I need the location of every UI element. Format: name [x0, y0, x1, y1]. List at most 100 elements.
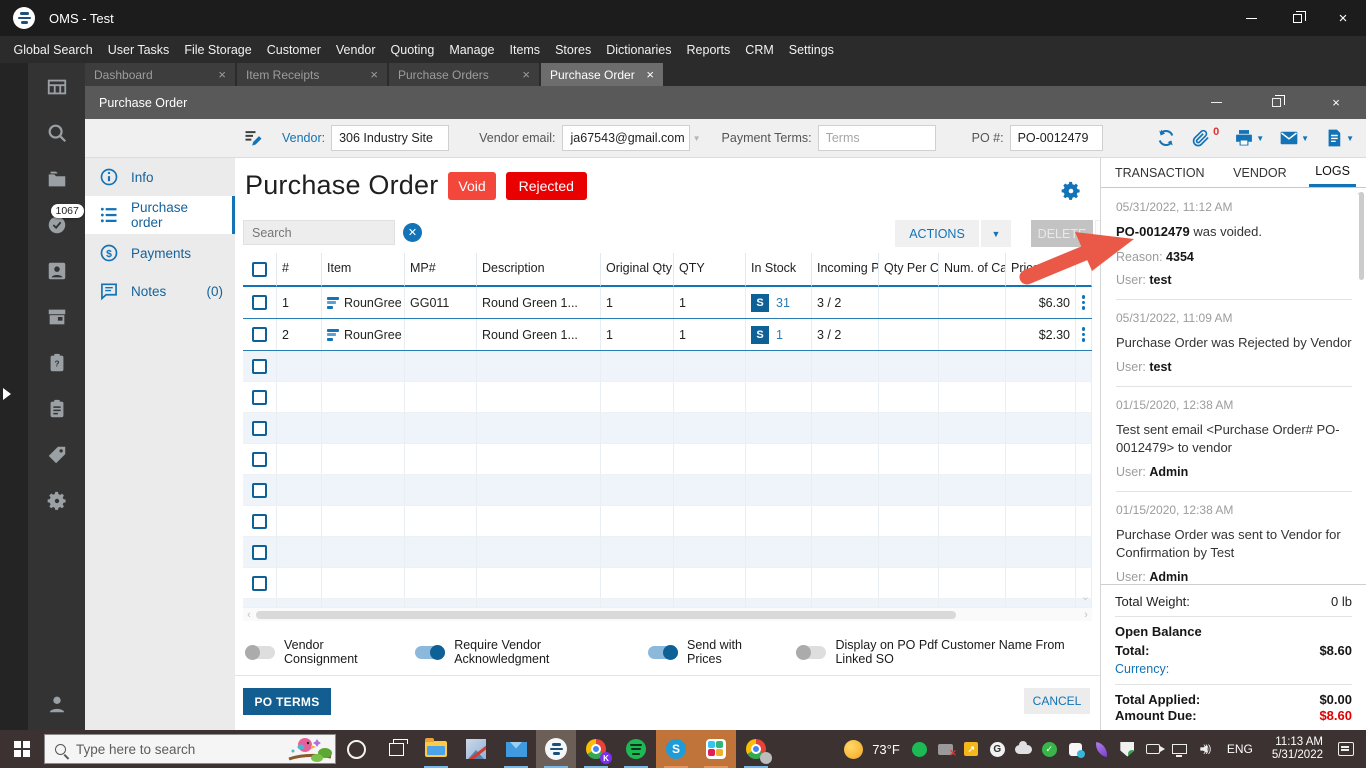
chevron-down-icon[interactable]: ▼: [1346, 134, 1354, 143]
task-view-button[interactable]: [376, 730, 416, 768]
incoming-po-link[interactable]: 3 / 2: [812, 287, 879, 318]
taskbar-oms[interactable]: [536, 730, 576, 768]
row-checkbox[interactable]: [243, 413, 277, 443]
table-settings-gear-icon[interactable]: [1060, 180, 1082, 202]
email-icon[interactable]: ▼: [1279, 128, 1309, 148]
taskbar-chrome-profile-1[interactable]: K: [576, 730, 616, 768]
row-checkbox[interactable]: [243, 506, 277, 536]
sidebar-orders-clipboard-icon[interactable]: [45, 397, 69, 421]
toggle-send-with-prices[interactable]: Send with Prices: [648, 638, 769, 666]
col-mp[interactable]: MP#: [405, 253, 477, 287]
row-checkbox[interactable]: [243, 568, 277, 598]
feather-app-icon[interactable]: [1093, 741, 1110, 758]
select-all-checkbox[interactable]: [243, 253, 277, 287]
sidebar-stores-icon[interactable]: [45, 305, 69, 329]
col-item[interactable]: Item: [322, 253, 405, 287]
table-empty-row[interactable]: [243, 351, 1092, 382]
table-empty-row[interactable]: [243, 382, 1092, 413]
print-icon[interactable]: ▼: [1234, 128, 1264, 148]
clear-search-button[interactable]: ✕: [403, 223, 422, 242]
table-empty-row[interactable]: [243, 506, 1092, 537]
table-row[interactable]: 2 RounGree Round Green 1... 1 1 S1 3 / 2…: [243, 319, 1092, 351]
currency-link[interactable]: Currency:: [1115, 662, 1352, 685]
language-indicator[interactable]: ENG: [1223, 742, 1257, 756]
table-empty-row[interactable]: [243, 475, 1092, 506]
close-icon[interactable]: ×: [218, 67, 226, 82]
taskbar-search-input[interactable]: [76, 741, 246, 757]
sidebar-search-icon[interactable]: [45, 121, 69, 145]
weather-sun-icon[interactable]: [844, 739, 864, 759]
tab-logs[interactable]: LOGS: [1309, 158, 1356, 187]
close-icon[interactable]: ×: [646, 67, 654, 82]
nav-item-purchase-order[interactable]: Purchase order: [85, 196, 235, 234]
row-menu-kebab[interactable]: [1076, 319, 1092, 350]
taskbar-photos[interactable]: [456, 730, 496, 768]
sidebar-tasks-icon[interactable]: 1067: [45, 204, 84, 237]
menu-customer[interactable]: Customer: [259, 43, 328, 57]
close-icon[interactable]: ×: [370, 67, 378, 82]
table-empty-row[interactable]: [243, 444, 1092, 475]
horizontal-scrollbar[interactable]: ‹ ›: [243, 607, 1092, 621]
refresh-icon[interactable]: [1156, 128, 1176, 148]
item-link[interactable]: RounGree: [344, 296, 402, 310]
menu-user-tasks[interactable]: User Tasks: [100, 43, 177, 57]
scroll-right-icon[interactable]: ›: [1080, 609, 1092, 621]
row-menu-kebab[interactable]: [1076, 287, 1092, 318]
attachments-icon[interactable]: 0: [1191, 126, 1219, 148]
toggle-switch[interactable]: [648, 644, 679, 660]
close-button[interactable]: ×: [1320, 0, 1366, 36]
nav-item-notes[interactable]: Notes (0): [85, 272, 235, 310]
expand-arrow-icon[interactable]: [3, 388, 11, 400]
col-qty[interactable]: QTY: [674, 253, 746, 287]
row-checkbox[interactable]: [243, 475, 277, 505]
po-number-input[interactable]: [1009, 125, 1103, 151]
menu-file-storage[interactable]: File Storage: [177, 43, 259, 57]
menu-manage[interactable]: Manage: [442, 43, 502, 57]
tab-item-receipts[interactable]: Item Receipts ×: [237, 63, 387, 86]
network-icon[interactable]: [1171, 741, 1188, 758]
col-original-qty[interactable]: Original Qty: [601, 253, 674, 287]
table-empty-row[interactable]: [243, 537, 1092, 568]
incoming-po-link[interactable]: 3 / 2: [812, 319, 879, 350]
sidebar-tags-icon[interactable]: [45, 443, 69, 467]
col-in-stock[interactable]: In Stock: [746, 253, 812, 287]
in-stock-link[interactable]: 1: [776, 328, 783, 342]
taskbar-clock[interactable]: 11:13 AM 5/31/2022: [1266, 736, 1329, 762]
chevron-down-icon[interactable]: ▼: [1301, 134, 1309, 143]
sidebar-file-storage-icon[interactable]: [45, 167, 69, 191]
menu-vendor[interactable]: Vendor: [328, 43, 383, 57]
col-num-cartons[interactable]: Num. of Cartons: [939, 253, 1006, 287]
close-icon[interactable]: ×: [522, 67, 530, 82]
scroll-left-icon[interactable]: ‹: [243, 609, 255, 621]
scrollbar-thumb[interactable]: [256, 610, 956, 619]
minimize-button[interactable]: [1228, 0, 1274, 36]
menu-reports[interactable]: Reports: [679, 43, 738, 57]
sidebar-contacts-icon[interactable]: [45, 259, 69, 283]
sidebar-settings-icon[interactable]: [45, 489, 69, 513]
action-center-icon[interactable]: [1338, 742, 1354, 756]
taskbar-file-explorer[interactable]: [416, 730, 456, 768]
chevron-down-icon[interactable]: ▼: [1256, 134, 1264, 143]
taskbar-search[interactable]: [44, 734, 336, 764]
scroll-down-icon[interactable]: ⌄: [1081, 590, 1090, 603]
table-row[interactable]: 1 RounGree GG011 Round Green 1... 1 1 S3…: [243, 287, 1092, 319]
taskbar-slack[interactable]: [696, 730, 736, 768]
restore-button[interactable]: [1274, 0, 1320, 36]
toggle-switch[interactable]: [415, 644, 446, 660]
vendor-input[interactable]: [331, 125, 450, 151]
toggle-require-vendor-acknowledgment[interactable]: Require Vendor Acknowledgment: [415, 638, 621, 666]
table-search-input[interactable]: [243, 220, 395, 245]
volume-icon[interactable]: ))): [1197, 741, 1214, 758]
row-checkbox[interactable]: [243, 537, 277, 567]
edit-vendor-icon[interactable]: [242, 128, 264, 148]
row-checkbox[interactable]: [243, 382, 277, 412]
row-checkbox[interactable]: [243, 319, 277, 350]
close-button[interactable]: ×: [1306, 86, 1366, 119]
sidebar-help-clipboard-icon[interactable]: ?: [45, 351, 69, 375]
tab-vendor[interactable]: VENDOR: [1227, 158, 1292, 187]
taskbar-skype[interactable]: S: [656, 730, 696, 768]
toggle-switch[interactable]: [796, 644, 827, 660]
sidebar-user-icon[interactable]: [45, 692, 69, 716]
scrollbar-thumb[interactable]: [1359, 192, 1364, 280]
toggle-switch[interactable]: [245, 644, 275, 660]
